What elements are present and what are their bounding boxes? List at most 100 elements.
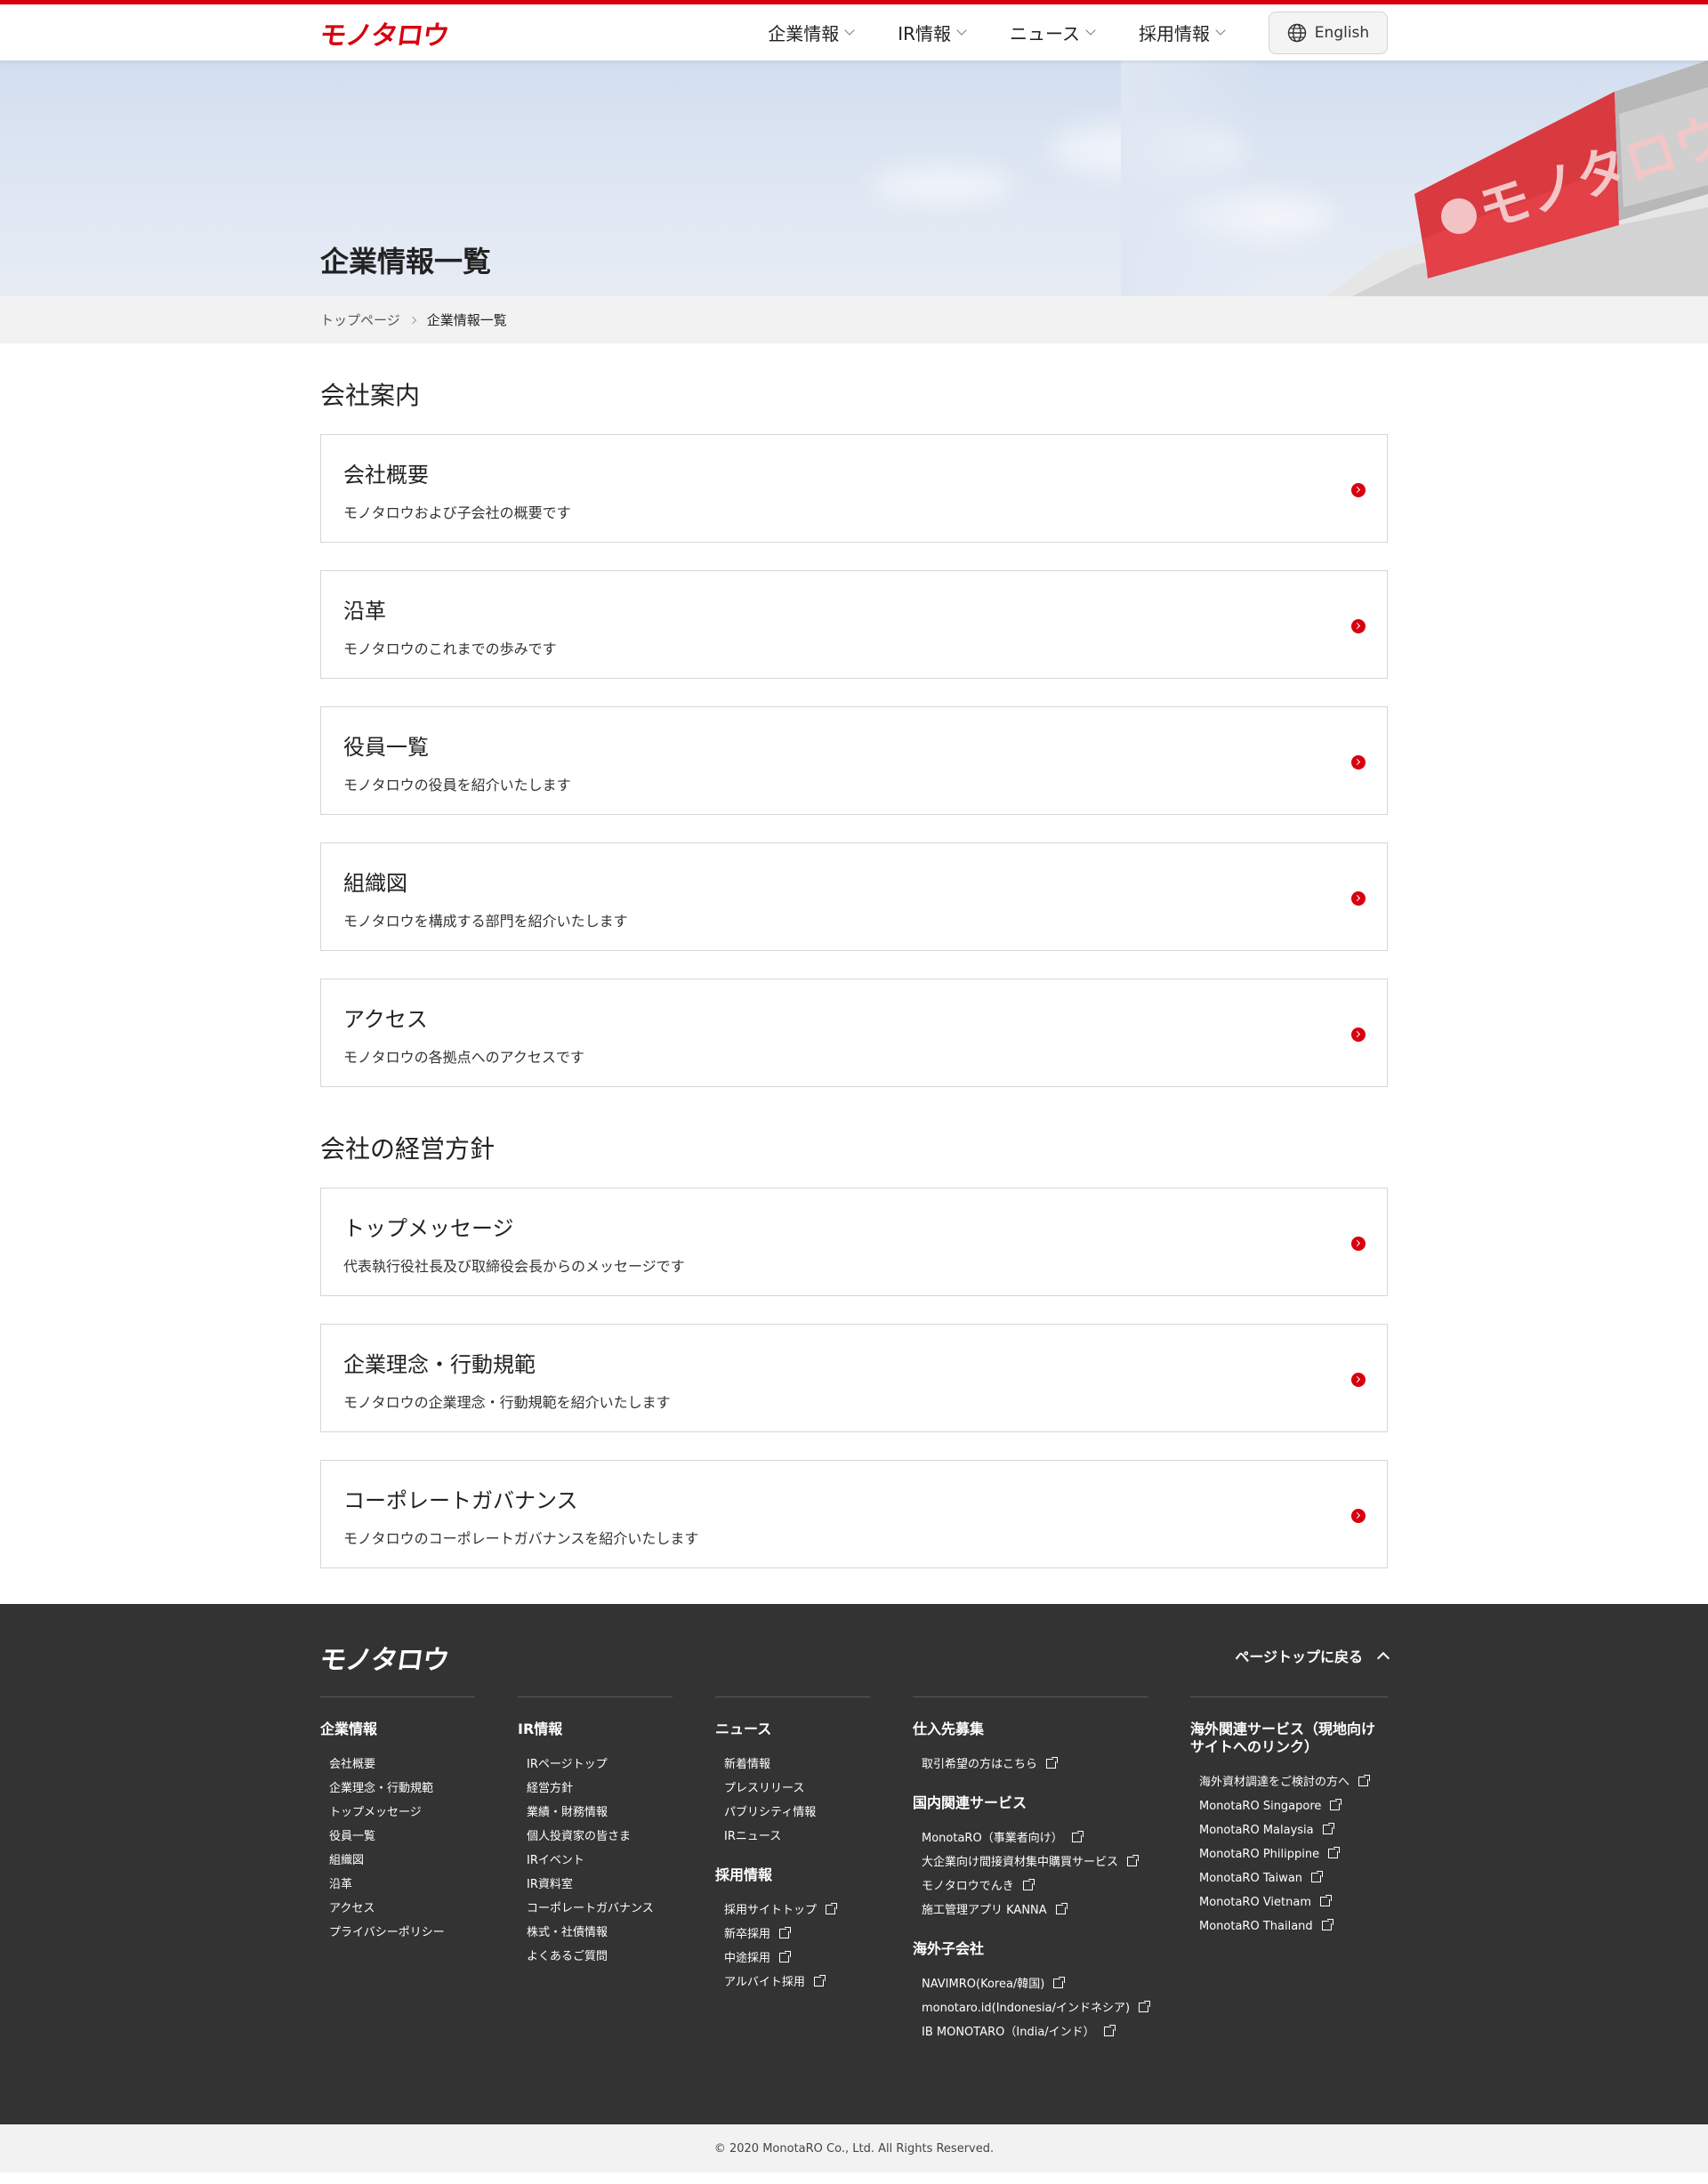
footer-link[interactable]: 株式・社債情報	[527, 1921, 673, 1945]
footer-link-list: IRページトップ 経営方針 業績・財務情報 個人投資家の皆さま IRイベント I…	[518, 1753, 673, 1969]
card-description: モノタロウのコーポレートガバナンスを紹介いたします	[343, 1530, 699, 1547]
nav-news[interactable]: ニュース	[1010, 20, 1096, 45]
footer-col-company: 企業情報 会社概要 企業理念・行動規範 トップメッセージ 役員一覧 組織図 沿革…	[320, 1696, 475, 1945]
footer-link[interactable]: 企業理念・行動規範	[329, 1777, 475, 1801]
chevron-down-icon	[844, 24, 855, 36]
language-button[interactable]: English	[1269, 11, 1388, 54]
arrow-right-circle-icon	[1351, 755, 1366, 770]
footer-external-link[interactable]: 海外資材調達をご検討の方へ	[1199, 1770, 1388, 1794]
footer-link[interactable]: プレスリリース	[724, 1777, 870, 1801]
footer-link[interactable]: プライバシーポリシー	[329, 1921, 475, 1945]
footer-link-list: 海外資材調達をご検討の方へ MonotaRO Singapore MonotaR…	[1190, 1770, 1388, 1938]
footer-heading[interactable]: 海外子会社	[913, 1940, 1148, 1958]
footer-logo[interactable]: モノタロウ	[318, 1638, 452, 1677]
footer-link[interactable]: IRページトップ	[527, 1753, 673, 1777]
card-description: モノタロウおよび子会社の概要です	[343, 504, 571, 521]
site-logo[interactable]: モノタロウ	[318, 4, 450, 60]
breadcrumb-current: 企業情報一覧	[426, 312, 507, 328]
footer-link[interactable]: IRニュース	[724, 1825, 870, 1849]
external-link-icon	[1322, 1822, 1335, 1834]
arrow-right-circle-icon	[1351, 891, 1366, 906]
footer-heading[interactable]: 国内関連サービス	[913, 1794, 1148, 1812]
site-footer: モノタロウ ページトップに戻る 企業情報 会社概要 企業理念・行動規範 トップメ…	[0, 1604, 1708, 2124]
card-title: 沿革	[343, 599, 386, 624]
card-access[interactable]: アクセス モノタロウの各拠点へのアクセスです	[320, 979, 1388, 1087]
nav-company[interactable]: 企業情報	[768, 20, 855, 45]
nav-ir[interactable]: IR情報	[898, 20, 967, 45]
footer-external-link[interactable]: MonotaRO（事業者向け）	[922, 1826, 1148, 1850]
footer-link[interactable]: 個人投資家の皆さま	[527, 1825, 673, 1849]
external-link-icon	[1328, 1846, 1341, 1858]
nav-recruit[interactable]: 採用情報	[1139, 20, 1226, 45]
footer-external-link[interactable]: MonotaRO Singapore	[1199, 1794, 1388, 1818]
global-nav: 企業情報 IR情報 ニュース 採用情報 English	[768, 11, 1388, 54]
footer-external-link[interactable]: モノタロウでんき	[922, 1874, 1148, 1898]
external-link-icon	[1311, 1870, 1325, 1882]
footer-external-link[interactable]: 施工管理アプリ KANNA	[922, 1898, 1148, 1922]
footer-external-link[interactable]: 中途採用	[724, 1946, 870, 1970]
copyright-text: © 2020 MonotaRO Co., Ltd. All Rights Res…	[713, 2141, 995, 2156]
footer-external-link[interactable]: 取引希望の方はこちら	[922, 1753, 1148, 1777]
logo-text: モノタロウ	[318, 20, 451, 52]
footer-external-link[interactable]: MonotaRO Taiwan	[1199, 1866, 1388, 1890]
footer-heading[interactable]: 海外関連サービス（現地向けサイトへのリンク）	[1190, 1721, 1388, 1756]
footer-external-link[interactable]: MonotaRO Philippine	[1199, 1842, 1388, 1866]
footer-link-list: 会社概要 企業理念・行動規範 トップメッセージ 役員一覧 組織図 沿革 アクセス…	[320, 1753, 475, 1945]
arrow-right-circle-icon	[1351, 619, 1366, 633]
external-link-icon	[1071, 1830, 1084, 1842]
footer-link[interactable]: 会社概要	[329, 1753, 475, 1777]
footer-external-link[interactable]: MonotaRO Vietnam	[1199, 1890, 1388, 1914]
footer-heading[interactable]: 採用情報	[715, 1866, 870, 1884]
footer-link[interactable]: 新着情報	[724, 1753, 870, 1777]
chevron-down-icon	[1085, 24, 1096, 36]
card-description: 代表執行役社長及び取締役会長からのメッセージです	[343, 1258, 685, 1275]
footer-heading[interactable]: 仕入先募集	[913, 1721, 1148, 1738]
arrow-right-circle-icon	[1351, 483, 1366, 497]
footer-link-list: MonotaRO（事業者向け） 大企業向け間接資材集中購買サービス モノタロウで…	[913, 1826, 1148, 1922]
footer-heading[interactable]: IR情報	[518, 1721, 673, 1738]
section-title: 会社案内	[320, 381, 421, 410]
footer-link[interactable]: 業績・財務情報	[527, 1801, 673, 1825]
footer-link[interactable]: IRイベント	[527, 1849, 673, 1873]
card-governance[interactable]: コーポレートガバナンス モノタロウのコーポレートガバナンスを紹介いたします	[320, 1460, 1388, 1568]
footer-link[interactable]: 沿革	[329, 1873, 475, 1897]
footer-link[interactable]: パブリシティ情報	[724, 1801, 870, 1825]
footer-link[interactable]: 組織図	[329, 1849, 475, 1873]
footer-link[interactable]: トップメッセージ	[329, 1801, 475, 1825]
footer-external-link[interactable]: 採用サイトトップ	[724, 1898, 870, 1922]
footer-link-list: 新着情報 プレスリリース パブリシティ情報 IRニュース	[715, 1753, 870, 1849]
footer-external-link[interactable]: MonotaRO Thailand	[1199, 1914, 1388, 1938]
footer-external-link[interactable]: 大企業向け間接資材集中購買サービス	[922, 1850, 1148, 1874]
footer-link[interactable]: IR資料室	[527, 1873, 673, 1897]
footer-link[interactable]: 役員一覧	[329, 1825, 475, 1849]
card-description: モノタロウの各拠点へのアクセスです	[343, 1049, 584, 1066]
card-philosophy[interactable]: 企業理念・行動規範 モノタロウの企業理念・行動規範を紹介いたします	[320, 1324, 1388, 1432]
chevron-right-icon	[408, 316, 416, 324]
card-title: 会社概要	[343, 463, 429, 488]
footer-external-link[interactable]: monotaro.id(Indonesia/インドネシア)	[922, 1996, 1152, 2020]
footer-external-link[interactable]: IB MONOTARO（India/インド）	[922, 2020, 1148, 2044]
card-officers[interactable]: 役員一覧 モノタロウの役員を紹介いたします	[320, 706, 1388, 815]
arrow-right-circle-icon	[1351, 1028, 1366, 1042]
footer-link[interactable]: よくあるご質問	[527, 1945, 673, 1969]
page-top-button[interactable]: ページトップに戻る	[1235, 1645, 1390, 1666]
card-top-message[interactable]: トップメッセージ 代表執行役社長及び取締役会長からのメッセージです	[320, 1188, 1388, 1296]
footer-external-link[interactable]: アルバイト採用	[724, 1970, 870, 1995]
card-title: 企業理念・行動規範	[343, 1352, 536, 1377]
card-title: トップメッセージ	[343, 1216, 514, 1241]
card-history[interactable]: 沿革 モノタロウのこれまでの歩みです	[320, 570, 1388, 679]
footer-link[interactable]: 経営方針	[527, 1777, 673, 1801]
footer-heading[interactable]: ニュース	[715, 1721, 870, 1738]
card-company-overview[interactable]: 会社概要 モノタロウおよび子会社の概要です	[320, 434, 1388, 543]
breadcrumb-home[interactable]: トップページ	[320, 310, 400, 329]
footer-link[interactable]: コーポレートガバナンス	[527, 1897, 673, 1921]
card-organization-chart[interactable]: 組織図 モノタロウを構成する部門を紹介いたします	[320, 842, 1388, 951]
footer-external-link[interactable]: 新卒採用	[724, 1922, 870, 1946]
footer-external-link[interactable]: MonotaRO Malaysia	[1199, 1818, 1388, 1842]
card-description: モノタロウの役員を紹介いたします	[343, 777, 571, 794]
external-link-icon	[1330, 1798, 1343, 1810]
footer-heading[interactable]: 企業情報	[320, 1721, 475, 1738]
external-link-icon	[1321, 1918, 1334, 1930]
footer-link[interactable]: アクセス	[329, 1897, 475, 1921]
footer-external-link[interactable]: NAVIMRO(Korea/韓国)	[922, 1972, 1148, 1996]
